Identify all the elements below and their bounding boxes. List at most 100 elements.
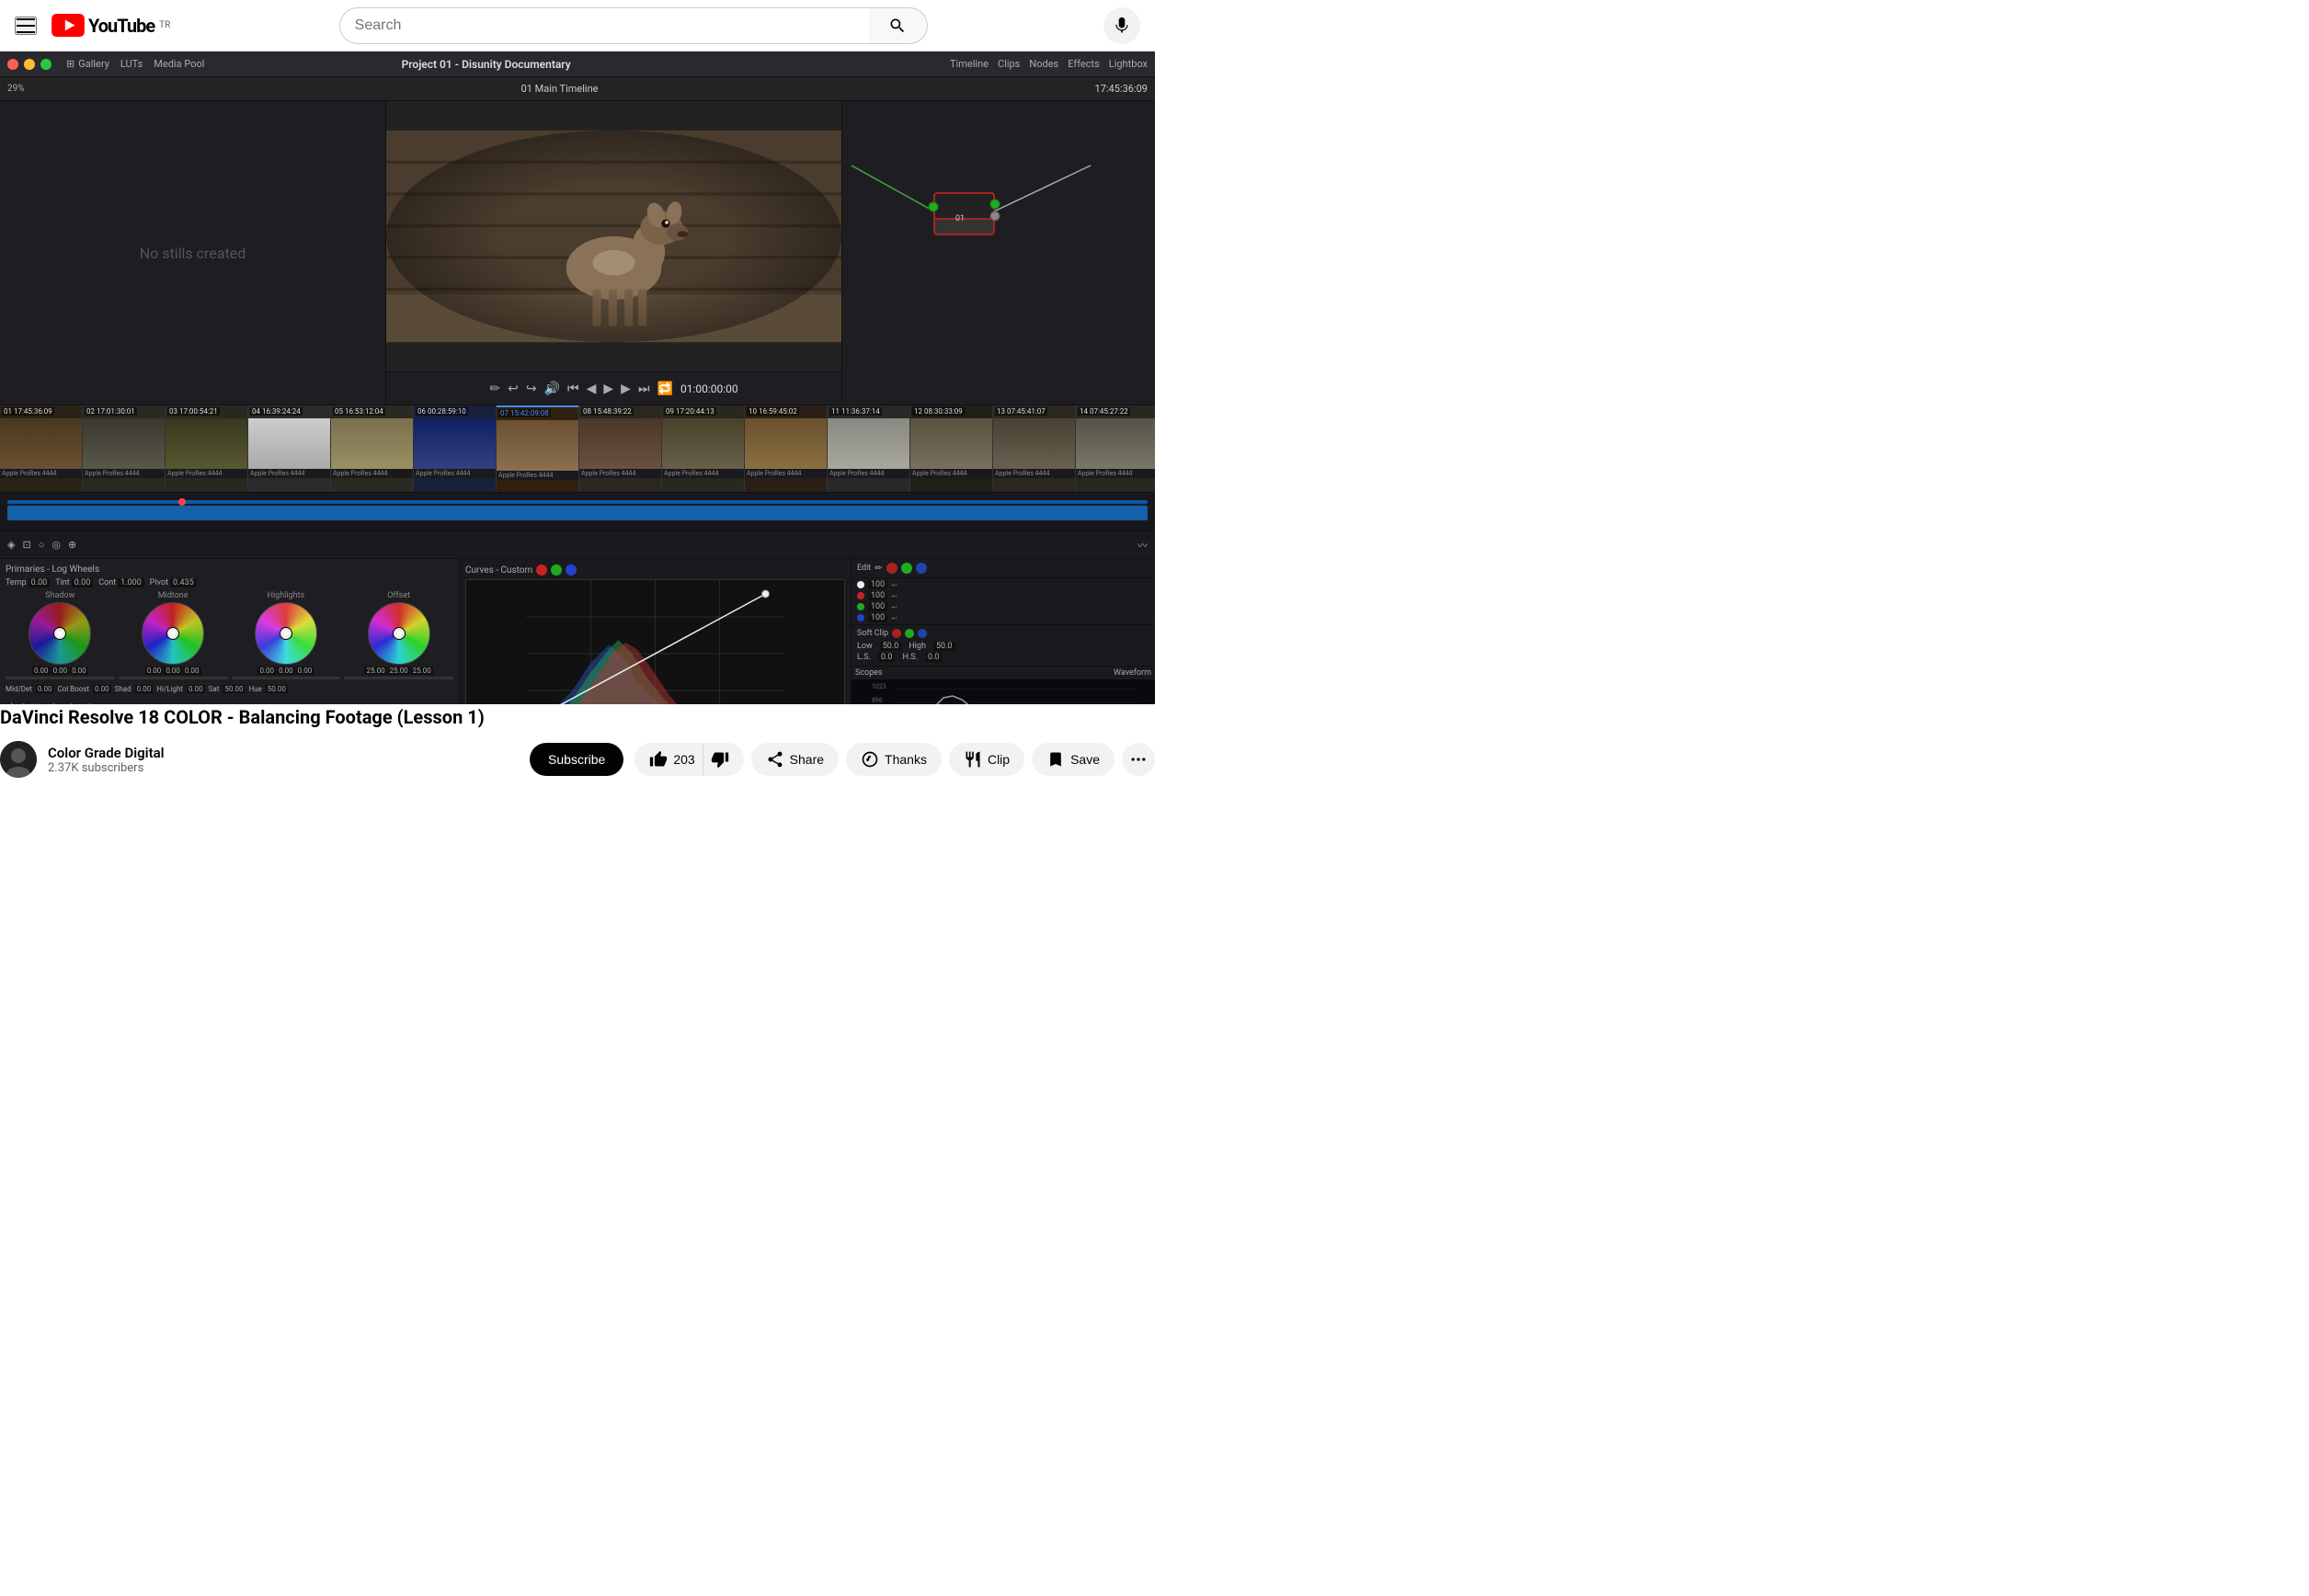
clip-item-10[interactable]: 10 16:59:45:02 Apple ProRes 4444 [745,405,828,492]
more-options-button[interactable] [1122,743,1155,776]
media-pool-tab[interactable]: Media Pool [154,58,204,70]
search-button[interactable] [869,7,928,44]
highlights-slider[interactable] [232,677,341,679]
shadow-color-wheel[interactable] [29,602,91,665]
clip-item-13[interactable]: 13 07:45:41:07 Apple ProRes 4444 [993,405,1076,492]
highlights-color-wheel[interactable] [255,602,317,665]
channel-name[interactable]: Color Grade Digital [48,745,519,761]
channel-reset-3[interactable]: ↩ [891,603,897,611]
clip-thumbnail [662,418,744,469]
save-button[interactable]: Save [1032,743,1114,776]
offset-slider[interactable] [344,677,453,679]
channel-reset-4[interactable]: ↩ [891,614,897,622]
preview-panel: ✏ ↩ ↪ 🔊 ⏮ ◀ ▶ ▶ ⏭ 🔁 01:00:00:00 [386,101,842,405]
step-back-button[interactable]: ◀ [587,381,597,396]
thanks-button[interactable]: Thanks [846,743,942,776]
clip-number: 08 15:48:39:22 [581,407,634,416]
channel-reset-2[interactable]: ↩ [891,592,897,600]
curves-header: Curves - Custom [465,564,845,576]
edit-blue-btn[interactable] [916,563,927,574]
search-input[interactable] [339,7,869,44]
soft-clip-red[interactable] [892,629,901,638]
clip-item-1[interactable]: 01 17:45:36:09 Apple ProRes 4444 [0,405,83,492]
clips-tab[interactable]: Clips [998,58,1020,70]
curves-red-btn[interactable] [536,564,547,576]
clip-item-6[interactable]: 06 00:28:59:10 Apple ProRes 4444 [414,405,497,492]
gallery-panel: No stills created [0,101,386,405]
color-tool-btn-4[interactable]: ◎ [51,539,61,551]
curves-canvas[interactable] [465,579,845,704]
redo-button[interactable]: ↪ [526,381,537,396]
volume-button[interactable]: 🔊 [544,381,560,396]
col-boost-label: Col Boost [57,685,89,693]
minimize-window-dot[interactable] [24,59,35,70]
clip-item-3[interactable]: 03 17:00:54:21 Apple ProRes 4444 [166,405,248,492]
davinci-logo-icon: ✦ [6,699,17,704]
clip-number: 12 08:30:33:09 [912,407,965,416]
clip-item-12[interactable]: 12 08:30:33:09 Apple ProRes 4444 [910,405,993,492]
loop-button[interactable]: 🔁 [657,381,673,396]
edit-green-btn[interactable] [901,563,912,574]
clip-item-4[interactable]: 04 16:39:24:24 Apple ProRes 4444 [248,405,331,492]
skip-forward-button[interactable]: ⏭ [638,381,650,396]
clip-item-11[interactable]: 11 11:36:37:14 Apple ProRes 4444 [828,405,910,492]
youtube-logo[interactable]: YouTube TR [51,14,170,37]
voice-search-button[interactable] [1103,7,1140,44]
color-tool-btn-1[interactable]: ◈ [7,539,15,551]
ls-value: 0.0 [878,653,896,662]
channel-reset-1[interactable]: ↩ [891,581,897,589]
hamburger-menu-button[interactable] [15,17,37,35]
scopes-and-edit-panel: Edit ✏ 100 ↩ [852,559,1155,704]
pencil-button[interactable]: ✏ [489,381,500,396]
edit-pencil-btn[interactable]: ✏ [874,564,882,574]
soft-clip-green[interactable] [905,629,914,638]
close-window-dot[interactable] [7,59,18,70]
gallery-tab[interactable]: ⊞ Gallery [66,58,109,70]
share-label: Share [790,752,824,767]
effects-tab[interactable]: Effects [1068,58,1100,70]
channel-avatar[interactable] [0,741,37,778]
clip-number: 01 17:45:36:09 [2,407,54,416]
hue-label: Hue [248,685,261,693]
shadow-slider[interactable] [6,677,115,679]
color-tool-btn-3[interactable]: ○ [39,540,45,551]
curves-green-btn[interactable] [551,564,562,576]
maximize-window-dot[interactable] [40,59,51,70]
midtone-color-wheel[interactable] [142,602,204,665]
share-button[interactable]: Share [751,743,839,776]
play-button[interactable]: ▶ [603,381,613,396]
clip-item-14[interactable]: 14 07:45:27:22 Apple ProRes 4444 [1076,405,1155,492]
curves-blue-btn[interactable] [566,564,577,576]
clip-item-7[interactable]: 07 15:42:09:08 Apple ProRes 4444 [497,405,579,492]
color-tool-btn-2[interactable]: ⊡ [22,539,30,551]
search-bar [339,7,928,44]
step-forward-button[interactable]: ▶ [621,381,631,396]
skip-back-button[interactable]: ⏮ [567,381,579,396]
edit-red-btn[interactable] [886,563,897,574]
timeline-tab[interactable]: Timeline [950,58,989,70]
midtone-slider[interactable] [119,677,228,679]
channel-values: 100 ↩ 100 ↩ 100 ↩ [852,578,1155,625]
color-tool-btn-5[interactable]: ⊕ [68,539,76,551]
dislike-button[interactable] [703,743,744,776]
lightbox-tab[interactable]: Lightbox [1109,58,1148,70]
soft-clip-blue[interactable] [918,629,927,638]
clip-item-5[interactable]: 05 16:53:12:04 Apple ProRes 4444 [331,405,414,492]
shad-label: Shad [115,685,131,693]
clip-button[interactable]: Clip [949,743,1024,776]
undo-button[interactable]: ↩ [508,381,519,396]
clip-thumbnail [828,418,909,469]
waveform-btn[interactable]: 〰 [1137,538,1148,553]
clip-item-8[interactable]: 08 15:48:39:22 Apple ProRes 4444 [579,405,662,492]
like-button[interactable]: 203 [634,743,702,776]
offset-color-wheel[interactable] [368,602,430,665]
clip-format: Apple ProRes 4444 [331,469,413,478]
clip-item-9[interactable]: 09 17:20:44:13 Apple ProRes 4444 [662,405,745,492]
clip-item-2[interactable]: 02 17:01:30:01 Apple ProRes 4444 [83,405,166,492]
subscribe-button[interactable]: Subscribe [530,743,623,776]
waveform-svg: 1023 896 768 640 512 384 256 128 [852,679,1155,704]
channel-val-4: 100 [868,613,887,622]
highlights-val-r: 0.00 [257,667,276,675]
luts-tab[interactable]: LUTs [120,58,143,70]
nodes-tab[interactable]: Nodes [1029,58,1058,70]
